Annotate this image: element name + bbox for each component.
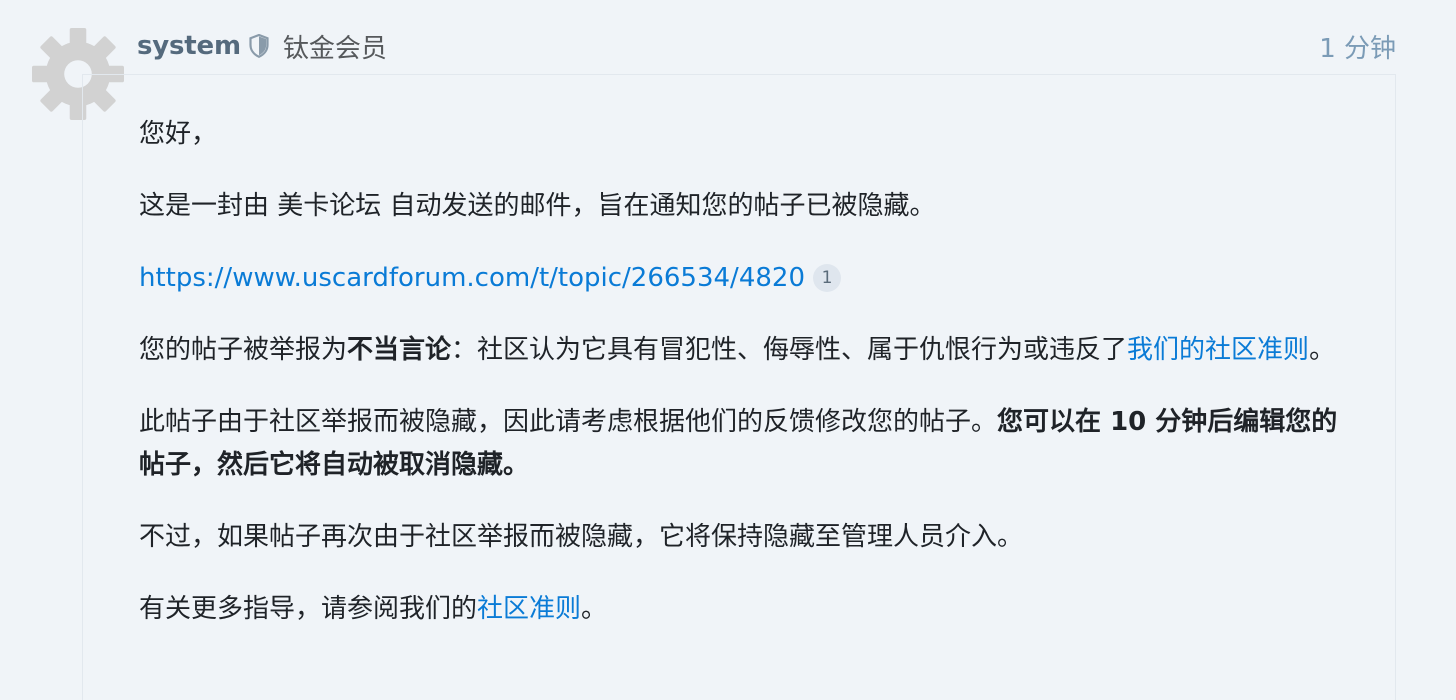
guidelines-link-2[interactable]: 社区准则	[477, 594, 581, 624]
hidden-text: 此帖子由于社区举报而被隐藏，因此请考虑根据他们的反馈修改您的帖子。	[139, 407, 998, 437]
post-header: system 钛金会员 1 分钟	[137, 26, 1396, 66]
flag-end: 。	[1309, 335, 1336, 365]
flag-description: ：社区认为它具有冒犯性、侮辱性、属于仇恨行为或违反了	[451, 335, 1128, 365]
guidance-paragraph: 有关更多指导，请参阅我们的社区准则。	[139, 588, 1359, 631]
shield-icon	[249, 34, 269, 58]
repeat-notice: 不过，如果帖子再次由于社区举报而被隐藏，它将保持隐藏至管理人员介入。	[139, 522, 1024, 552]
guidance-end: 。	[581, 594, 608, 624]
post-content: 您好， 这是一封由 美卡论坛 自动发送的邮件，旨在通知您的帖子已被隐藏。 htt…	[139, 113, 1359, 660]
topic-link-paragraph: https://www.uscardforum.com/t/topic/2665…	[139, 257, 1359, 300]
user-title: 钛金会员	[282, 33, 387, 64]
greeting: 您好，	[139, 119, 218, 149]
post-date[interactable]: 1 分钟	[1319, 28, 1396, 65]
hidden-paragraph: 此帖子由于社区举报而被隐藏，因此请考虑根据他们的反馈修改您的帖子。您可以在 10…	[139, 401, 1359, 487]
intro-paragraph: 这是一封由 美卡论坛 自动发送的邮件，旨在通知您的帖子已被隐藏。	[139, 191, 936, 221]
guidelines-link[interactable]: 我们的社区准则	[1127, 335, 1309, 365]
flag-type: 不当言论	[347, 335, 452, 365]
link-click-count: 1	[812, 264, 841, 292]
post: system 钛金会员 1 分钟 您好， 这是一封由 美卡论坛 自动发送的邮件，…	[0, 0, 1456, 700]
username[interactable]: system	[137, 31, 241, 61]
post-body: 您好， 这是一封由 美卡论坛 自动发送的邮件，旨在通知您的帖子已被隐藏。 htt…	[82, 74, 1396, 700]
flag-prefix: 您的帖子被举报为	[139, 335, 348, 365]
guidance-prefix: 有关更多指导，请参阅我们的	[139, 594, 478, 624]
topic-link[interactable]: https://www.uscardforum.com/t/topic/2665…	[139, 263, 805, 293]
flag-paragraph: 您的帖子被举报为不当言论：社区认为它具有冒犯性、侮辱性、属于仇恨行为或违反了我们…	[139, 329, 1359, 372]
